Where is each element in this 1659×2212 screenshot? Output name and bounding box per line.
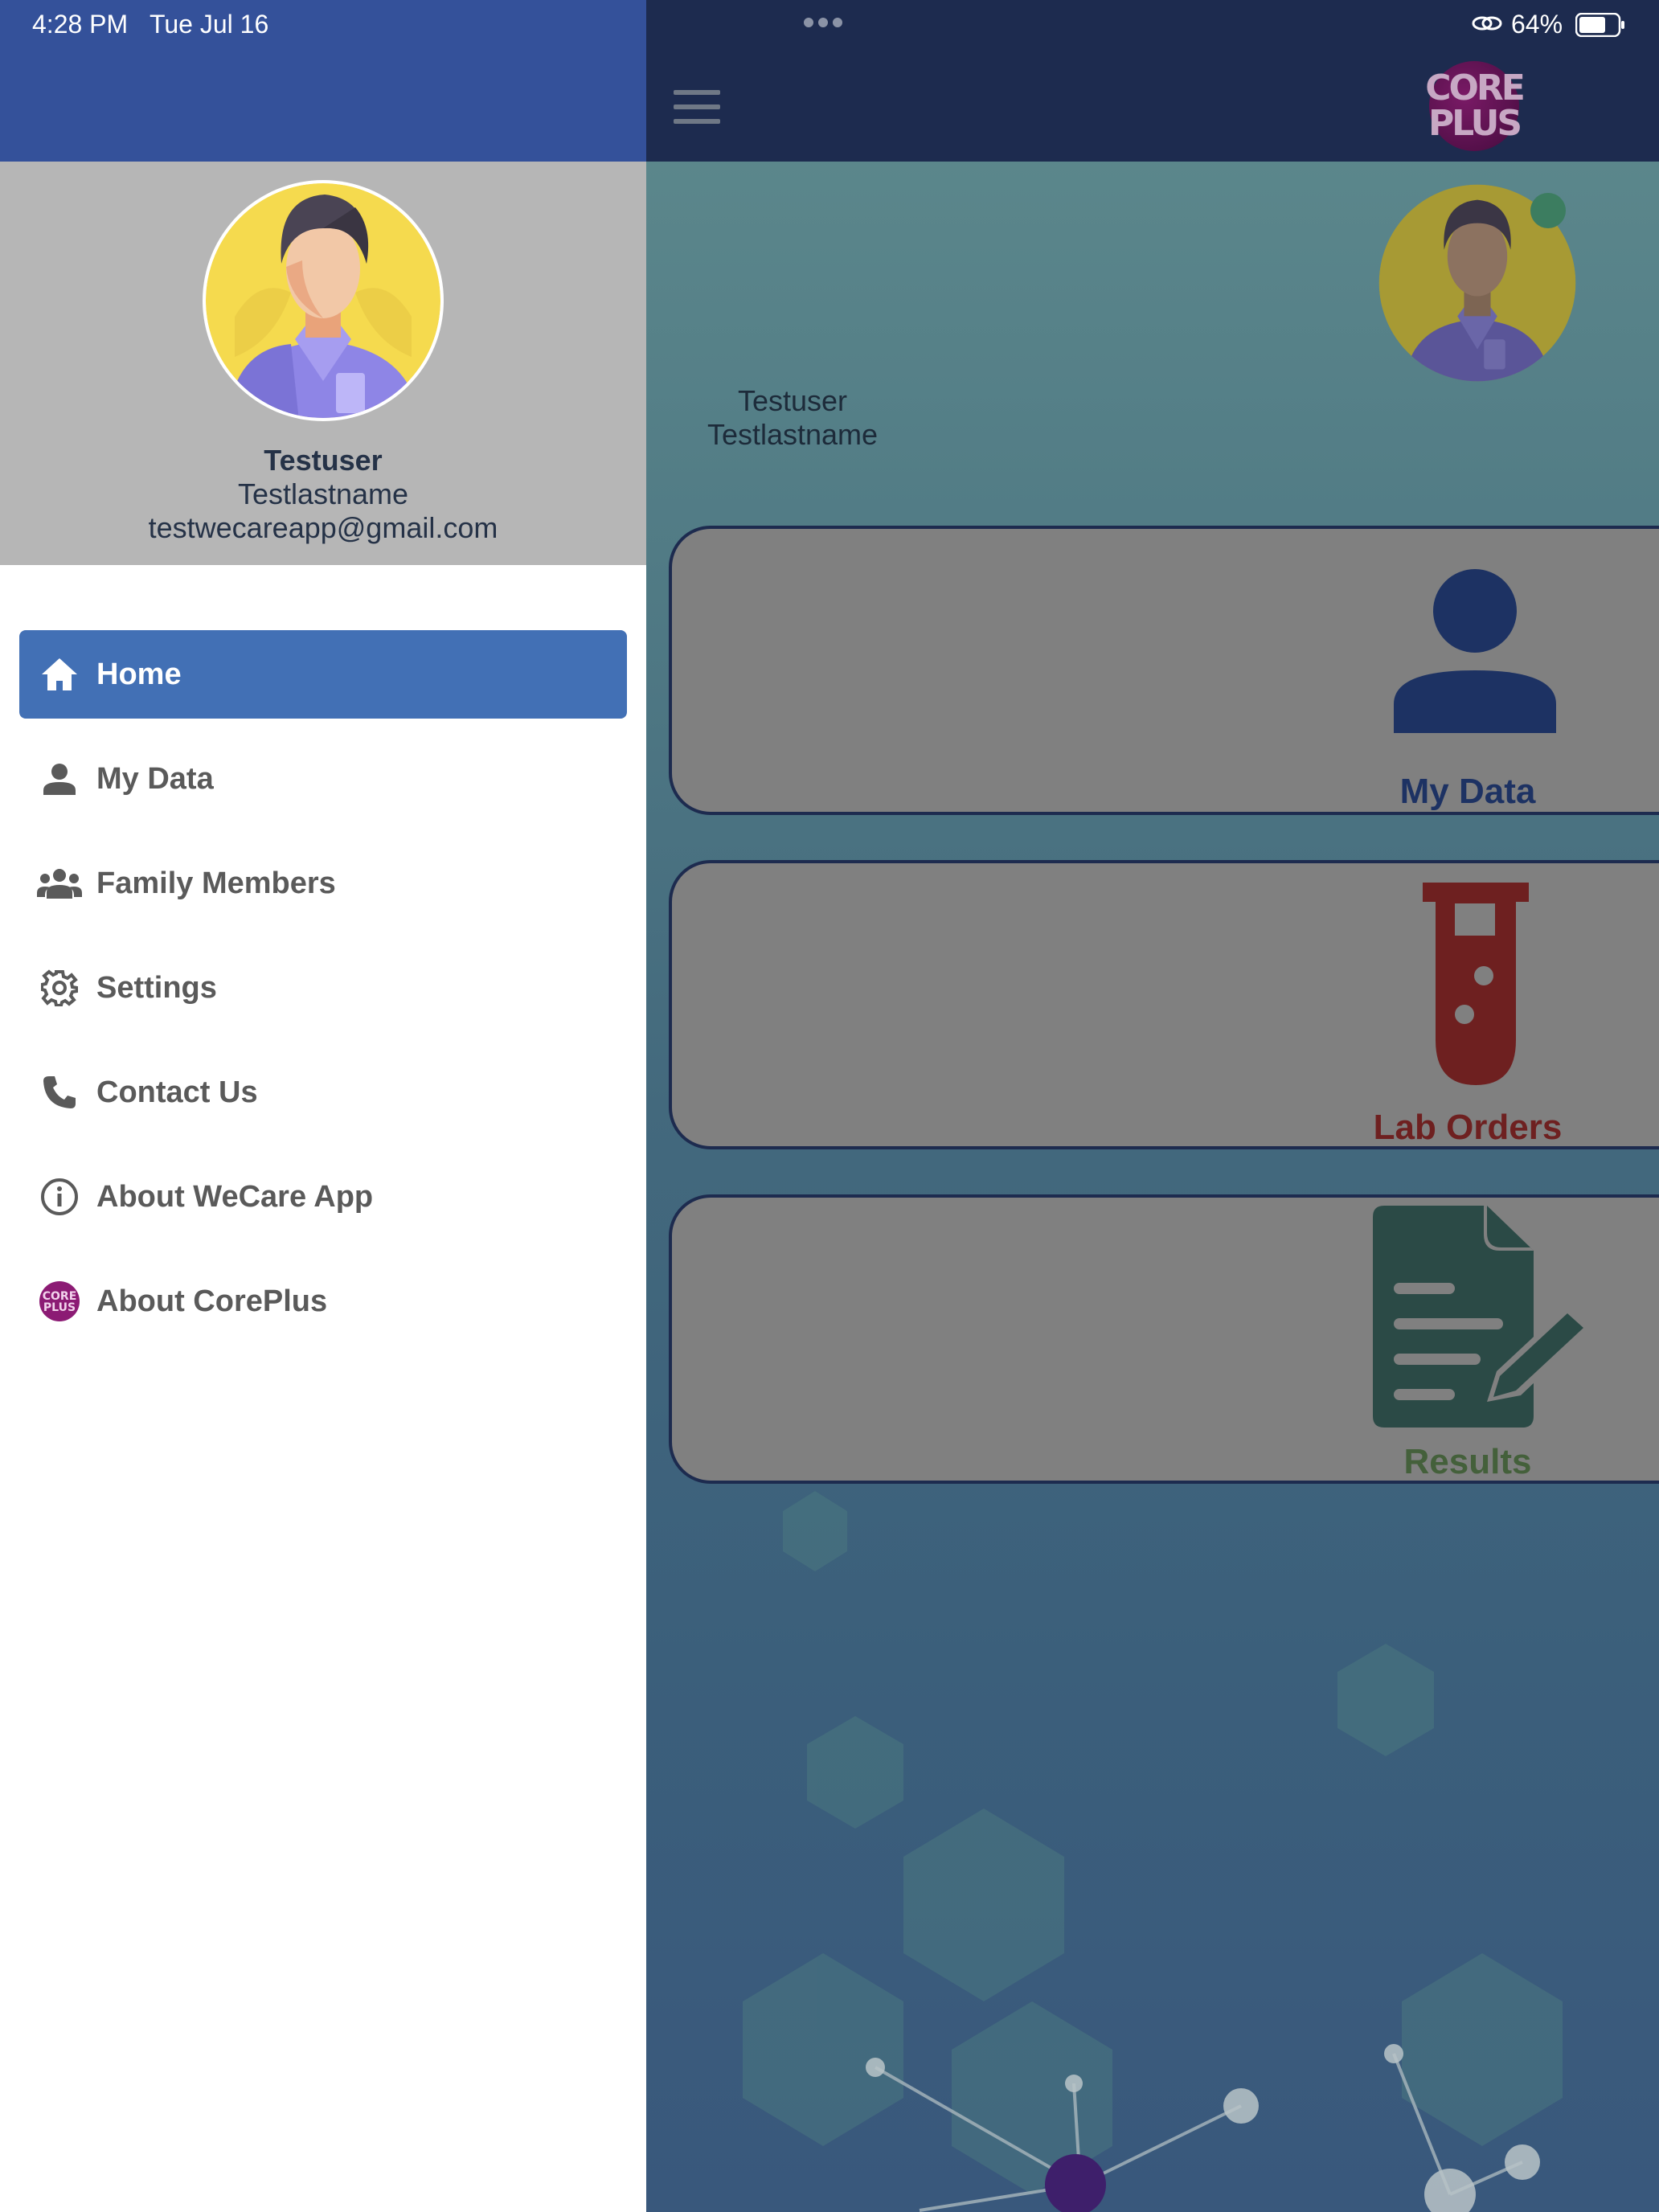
- user-first-name: Testuser: [264, 444, 383, 477]
- coreplus-logo-icon: CORE PLUS: [37, 1279, 82, 1324]
- nav-item-home[interactable]: Home: [19, 630, 627, 719]
- nav-item-contact-us[interactable]: Contact Us: [19, 1048, 627, 1137]
- nav-item-family-members[interactable]: Family Members: [19, 839, 627, 928]
- info-icon: [37, 1174, 82, 1219]
- person-icon: [37, 756, 82, 801]
- navigation-drawer: Testuser Testlastname testwecareapp@gmai…: [0, 0, 646, 2212]
- test-tube-icon: [1423, 883, 1529, 1085]
- nav-item-label: Home: [96, 657, 182, 691]
- nav-item-settings[interactable]: Settings: [19, 944, 627, 1032]
- nav-item-about-wecare[interactable]: About WeCare App: [19, 1153, 627, 1241]
- home-icon: [37, 652, 82, 697]
- logo-text-line-2: PLUS: [1428, 103, 1522, 144]
- lab-orders-label: Lab Orders: [1373, 1108, 1563, 1147]
- user-last-name: Testlastname: [707, 418, 879, 451]
- person-icon: [1394, 569, 1556, 733]
- coreplus-logo: CORE PLUS: [1425, 61, 1526, 151]
- nav-item-label: About WeCare App: [96, 1179, 374, 1214]
- group-icon: [37, 861, 82, 906]
- nav-item-label: Contact Us: [96, 1075, 258, 1109]
- nav-item-label: Settings: [96, 970, 217, 1005]
- hamburger-menu-icon[interactable]: [674, 90, 720, 124]
- status-date: Tue Jul 16: [150, 10, 269, 39]
- multitasking-dots-icon[interactable]: [804, 14, 852, 31]
- battery-percentage: 64%: [1511, 10, 1563, 39]
- link-icon: [1472, 16, 1502, 31]
- main-screen: CORE PLUS Testuser Testlastname My Data: [646, 0, 1659, 2212]
- user-last-name: Testlastname: [237, 477, 409, 510]
- battery-icon: [1575, 13, 1624, 37]
- document-edit-icon: [1373, 1206, 1591, 1428]
- logo-text-line-1: CORE: [1425, 68, 1526, 109]
- user-first-name: Testuser: [737, 384, 848, 417]
- my-data-label: My Data: [1399, 772, 1536, 811]
- svg-text:PLUS: PLUS: [43, 1301, 76, 1314]
- status-time: 4:28 PM: [32, 10, 129, 39]
- nav-item-label: About CorePlus: [96, 1284, 328, 1318]
- gear-icon: [37, 965, 82, 1010]
- nav-item-label: My Data: [96, 761, 214, 796]
- phone-icon: [37, 1070, 82, 1115]
- nav-item-my-data[interactable]: My Data: [19, 735, 627, 823]
- nav-item-about-coreplus[interactable]: CORE PLUS About CorePlus: [19, 1257, 627, 1346]
- avatar[interactable]: [203, 180, 444, 421]
- results-label: Results: [1403, 1442, 1532, 1481]
- user-email: testwecareapp@gmail.com: [148, 511, 498, 544]
- online-status-dot: [1530, 193, 1566, 228]
- nav-item-label: Family Members: [96, 866, 336, 900]
- background-hexagon-pattern: [743, 1491, 1563, 2212]
